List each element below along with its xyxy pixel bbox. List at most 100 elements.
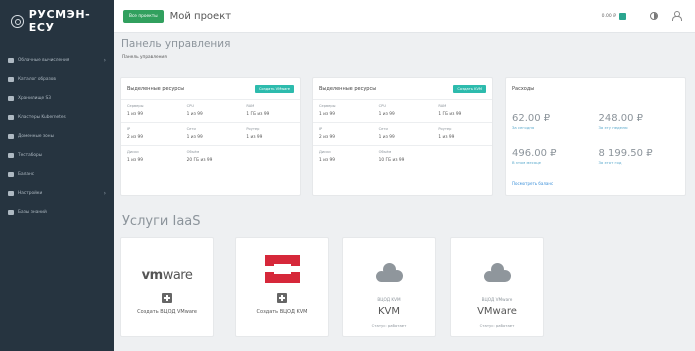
resources-card-kvm: Выделенные ресурсы Создать KVM Серверы 1 … bbox=[312, 77, 493, 196]
sidebar-item-cloud[interactable]: Облачные вычисления › bbox=[0, 51, 114, 70]
resource-label: Сети bbox=[378, 127, 388, 131]
view-balance-link[interactable]: Посмотреть баланс bbox=[512, 181, 553, 186]
expenses-card: Расходы 62.00 ₽ За сегодня 248.00 ₽ За эту… bbox=[505, 77, 686, 196]
resource-value: 1 из 99 bbox=[319, 112, 336, 117]
resource-cell bbox=[240, 146, 300, 169]
expense-caption: За сегодня bbox=[512, 125, 535, 130]
resource-cell: CPU 1 из 99 bbox=[181, 100, 241, 122]
create-kvm-label: Создать ВЦОД KVM bbox=[256, 309, 308, 315]
vdc-status: Статус: работает bbox=[371, 323, 407, 328]
network-icon bbox=[8, 153, 14, 158]
sidebar-nav: Облачные вычисления › Каталог образов Хра… bbox=[0, 51, 114, 222]
resource-row: Диски 1 из 99 Объём 10 ГБ из 99 bbox=[313, 146, 492, 169]
project-title[interactable]: Мой проект bbox=[170, 11, 231, 22]
sidebar-item-balance[interactable]: Баланс bbox=[0, 165, 114, 184]
resource-value: 10 ГБ из 99 bbox=[378, 158, 405, 163]
create-vmware-button[interactable]: Создать VMware bbox=[255, 85, 294, 93]
resource-label: Роутер bbox=[438, 127, 452, 131]
resource-cell: RAM 1 ГБ из 99 bbox=[432, 100, 492, 122]
sidebar-item-dns[interactable]: Доменные зоны bbox=[0, 127, 114, 146]
expense-amount: 496.00 ₽ bbox=[512, 148, 557, 159]
cloud-icon bbox=[374, 263, 404, 283]
sidebar-item-s3[interactable]: Хранилище S3 bbox=[0, 89, 114, 108]
resource-cell: RAM 1 ГБ из 99 bbox=[240, 100, 300, 122]
all-projects-button[interactable]: Все проекты bbox=[123, 9, 164, 23]
resource-label: Объём bbox=[378, 150, 392, 154]
resource-label: Роутер bbox=[246, 127, 260, 131]
resource-value: 2 из 99 bbox=[127, 135, 144, 140]
resource-value: 1 из 99 bbox=[438, 135, 455, 140]
plus-icon[interactable] bbox=[277, 293, 287, 303]
iaas-title: Услуги IaaS bbox=[122, 214, 201, 229]
brand-name: РУСМЭН-ЕСУ bbox=[28, 8, 91, 34]
resource-cell: IP 2 из 99 bbox=[121, 123, 181, 145]
brand[interactable]: РУСМЭН-ЕСУ bbox=[0, 0, 114, 42]
vdc-vmware-card[interactable]: ВЦОД VMware VMware Статус: работает bbox=[450, 237, 544, 337]
brand-logo-icon bbox=[11, 14, 24, 28]
openstack-icon bbox=[264, 255, 300, 283]
resource-value: 1 из 99 bbox=[186, 112, 203, 117]
breadcrumb[interactable]: Панель управления bbox=[122, 55, 167, 60]
sidebar-item-label: Каталог образов bbox=[18, 77, 56, 82]
resource-label: Диски bbox=[127, 150, 139, 154]
vdc-status: Статус: работает bbox=[479, 323, 515, 328]
openstack-logo bbox=[236, 238, 328, 283]
page-title: Панель управления bbox=[121, 38, 231, 50]
resource-cell: Роутер 1 из 99 bbox=[432, 123, 492, 145]
plus-icon[interactable] bbox=[162, 293, 172, 303]
book-icon bbox=[8, 210, 14, 215]
cloud-logo-area bbox=[343, 238, 435, 283]
resource-label: Серверы bbox=[319, 104, 336, 108]
sidebar-item-label: Облачные вычисления bbox=[18, 58, 70, 63]
topbar: Все проекты Мой проект 0.00 ₽ bbox=[114, 0, 695, 33]
card-header: Выделенные ресурсы Создать KVM bbox=[313, 78, 492, 100]
resources-card-vmware: Выделенные ресурсы Создать VMware Сервер… bbox=[120, 77, 301, 196]
resource-label: Серверы bbox=[127, 104, 144, 108]
resource-value: 1 из 99 bbox=[186, 135, 203, 140]
create-kvm-card[interactable]: Создать ВЦОД KVM bbox=[235, 237, 329, 337]
sidebar-item-knowledge[interactable]: Базы знаний bbox=[0, 203, 114, 222]
sidebar-item-settings[interactable]: Настройки › bbox=[0, 184, 114, 203]
resource-value: 1 из 99 bbox=[378, 112, 395, 117]
sidebar-item-kubernetes[interactable]: Кластеры Kubernetes bbox=[0, 108, 114, 127]
resource-label: Диски bbox=[319, 150, 331, 154]
resource-label: IP bbox=[319, 127, 323, 131]
resource-label: RAM bbox=[246, 104, 255, 108]
add-funds-icon[interactable] bbox=[619, 12, 626, 20]
cloud-icon bbox=[482, 263, 512, 283]
expense-amount: 62.00 ₽ bbox=[512, 113, 551, 124]
balance-indicator[interactable]: 0.00 ₽ bbox=[601, 12, 626, 20]
card-title: Выделенные ресурсы bbox=[319, 85, 377, 92]
expense-week: 248.00 ₽ За эту неделю bbox=[599, 106, 686, 141]
wallet-icon bbox=[8, 172, 14, 177]
resource-value: 1 из 99 bbox=[127, 158, 144, 163]
balance-value: 0.00 ₽ bbox=[601, 13, 616, 19]
expense-caption: В этом месяце bbox=[512, 160, 541, 165]
resource-value: 1 ГБ из 99 bbox=[246, 112, 270, 117]
resource-cell: Объём 20 ГБ из 99 bbox=[181, 146, 241, 169]
vdc-kvm-card[interactable]: ВЦОД KVM KVM Статус: работает bbox=[342, 237, 436, 337]
expense-amount: 248.00 ₽ bbox=[598, 113, 644, 124]
user-icon[interactable] bbox=[672, 11, 682, 21]
vdc-name: KVM bbox=[377, 306, 401, 317]
globe-icon bbox=[8, 134, 14, 139]
sidebar-item-test[interactable]: Тестаборы bbox=[0, 146, 114, 165]
expense-year: 8 199.50 ₽ За этот год bbox=[599, 141, 686, 176]
expense-amount: 8 199.50 ₽ bbox=[598, 148, 653, 159]
expense-caption: За эту неделю bbox=[598, 125, 628, 130]
sidebar-item-images[interactable]: Каталог образов bbox=[0, 70, 114, 89]
create-kvm-button[interactable]: Создать KVM bbox=[453, 85, 486, 93]
theme-toggle-icon[interactable] bbox=[650, 12, 658, 20]
resource-cell bbox=[432, 146, 492, 169]
resource-cell: Роутер 1 из 99 bbox=[240, 123, 300, 145]
vmware-logo: vmware bbox=[121, 238, 213, 283]
card-title: Выделенные ресурсы bbox=[127, 85, 185, 92]
resource-cell: Серверы 1 из 99 bbox=[313, 100, 373, 122]
expense-caption: За этот год bbox=[598, 160, 622, 165]
sidebar-item-label: Хранилище S3 bbox=[18, 96, 51, 101]
sidebar: РУСМЭН-ЕСУ Облачные вычисления › Каталог … bbox=[0, 0, 114, 351]
resource-cell: Диски 1 из 99 bbox=[313, 146, 373, 169]
create-vmware-card[interactable]: vmware Создать ВЦОД VMware bbox=[120, 237, 214, 337]
resource-cell: Серверы 1 из 99 bbox=[121, 100, 181, 122]
vdc-type: ВЦОД VMware bbox=[481, 297, 513, 302]
